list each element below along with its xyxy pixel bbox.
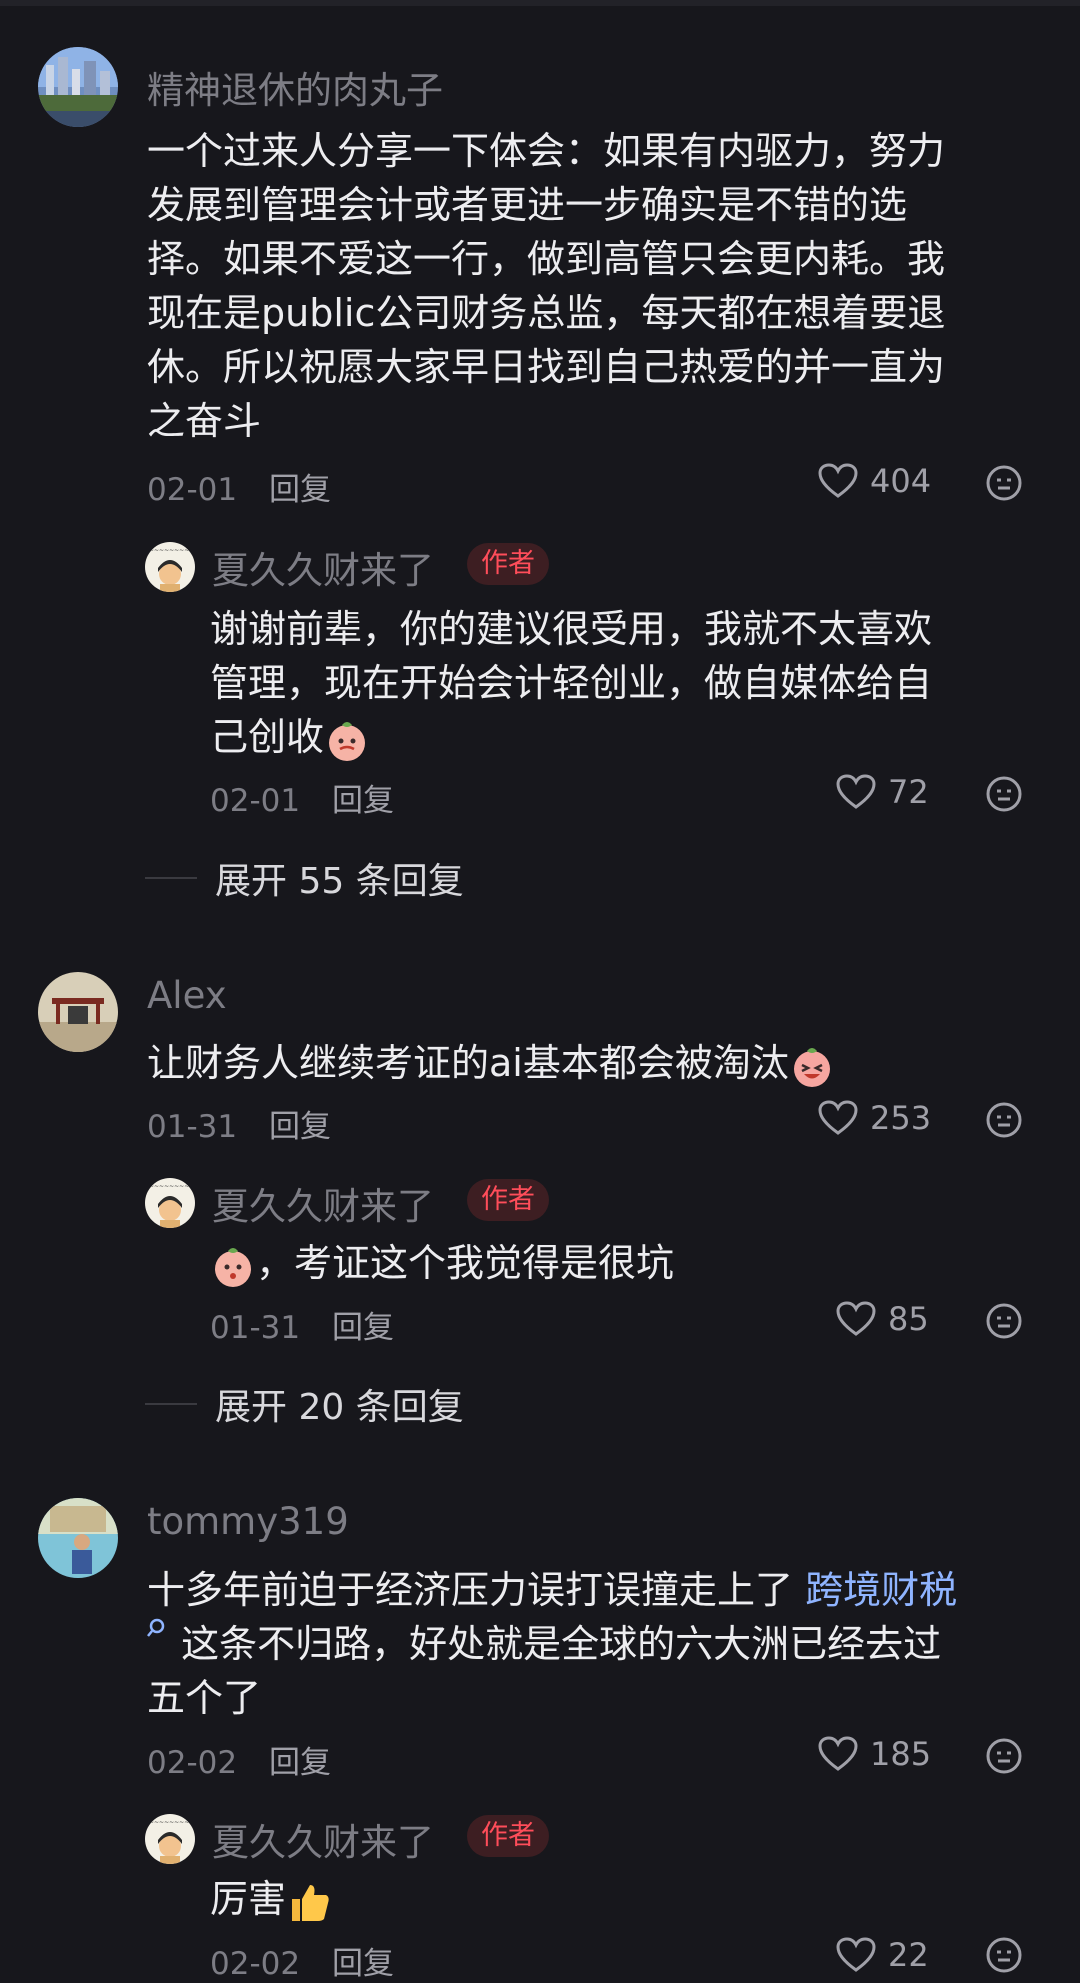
emoji-face-icon[interactable] (986, 1102, 1022, 1138)
heart-outline-icon (836, 1937, 876, 1972)
like-button[interactable]: 72 (836, 773, 929, 811)
peach-emoji (329, 721, 366, 761)
comment-date: 01-31 (210, 1310, 301, 1346)
like-count: 22 (888, 1936, 929, 1974)
emoji-face-icon[interactable] (986, 1303, 1022, 1339)
like-count: 404 (870, 462, 932, 500)
comment-meta: 02-02 回复 (147, 1737, 331, 1782)
like-button[interactable]: 22 (836, 1936, 929, 1974)
heart-outline-icon (836, 1301, 876, 1336)
author-badge: 作者 (467, 1815, 549, 1857)
svg-text:~~~~~~~~: ~~~~~~~~ (149, 1183, 189, 1190)
reply-meta: 01-31 回复 (210, 1302, 394, 1347)
reply-button[interactable]: 回复 (269, 1745, 331, 1781)
comment-text: 十多年前迫于经济压力误打误撞走上了 跨境财税 这条不归路，好处就是全球的六大洲已… (147, 1568, 958, 1720)
comment-date: 02-01 (147, 472, 238, 508)
comment-text: 让财务人继续考证的ai基本都会被淘汰 (147, 1036, 835, 1090)
avatar[interactable] (38, 1498, 118, 1578)
svg-text:~~~~~~~~: ~~~~~~~~ (149, 1819, 189, 1826)
reply-text: 谢谢前辈，你的建议很受用，我就不太喜欢 管理，现在开始会计轻创业，做自媒体给自 … (210, 602, 932, 764)
comment-meta: 02-01 回复 (147, 464, 331, 509)
comment-date: 02-02 (147, 1745, 238, 1781)
reply-button[interactable]: 回复 (332, 1946, 394, 1982)
like-count: 85 (888, 1300, 929, 1338)
avatar[interactable]: ~~~~~~~~ (145, 1178, 195, 1228)
reply-button[interactable]: 回复 (269, 472, 331, 508)
comment-date: 02-01 (210, 783, 301, 819)
divider (145, 877, 197, 879)
like-count: 253 (870, 1099, 932, 1137)
author-badge: 作者 (467, 543, 549, 585)
emoji-face-icon[interactable] (986, 1937, 1022, 1973)
like-count: 72 (888, 773, 929, 811)
expand-replies-button[interactable]: 展开 55 条回复 (145, 852, 464, 904)
comment-date: 02-02 (210, 1946, 301, 1982)
emoji-face-icon[interactable] (986, 465, 1022, 501)
heart-outline-icon (818, 1736, 858, 1771)
heart-outline-icon (818, 1100, 858, 1135)
emoji-face-icon[interactable] (986, 776, 1022, 812)
expand-replies-button[interactable]: 展开 20 条回复 (145, 1378, 464, 1430)
reply-text: 厉害 (210, 1872, 332, 1926)
avatar[interactable] (38, 47, 118, 127)
divider (145, 1403, 197, 1405)
reply-username[interactable]: 夏久久财来了 (212, 1812, 434, 1866)
topic-link[interactable]: 跨境财税 (805, 1568, 957, 1612)
reply-username[interactable]: 夏久久财来了 (212, 540, 434, 594)
peach-emoji (215, 1247, 251, 1287)
like-count: 185 (870, 1735, 932, 1773)
comment-username[interactable]: Alex (147, 974, 227, 1017)
reply-button[interactable]: 回复 (269, 1109, 331, 1145)
thumbs-up-emoji (292, 1884, 329, 1921)
avatar[interactable]: ~~~~~~~~ (145, 542, 195, 592)
avatar[interactable]: ~~~~~~~~ (145, 1814, 195, 1864)
svg-text:~~~~~~~~: ~~~~~~~~ (149, 547, 189, 554)
comment-text: 一个过来人分享一下体会：如果有内驱力，努力 发展到管理会计或者更进一步确实是不错… (147, 129, 946, 443)
top-divider (0, 0, 1080, 6)
reply-button[interactable]: 回复 (332, 783, 394, 819)
reply-meta: 02-01 回复 (210, 775, 394, 820)
search-small-icon[interactable] (147, 1617, 169, 1641)
avatar[interactable] (38, 972, 118, 1052)
comment-username[interactable]: 精神退休的肉丸子 (147, 60, 443, 114)
like-button[interactable]: 185 (818, 1735, 931, 1773)
peach-emoji (793, 1047, 830, 1087)
reply-button[interactable]: 回复 (332, 1310, 394, 1346)
heart-outline-icon (818, 463, 858, 498)
reply-text: ，考证这个我觉得是很坑 (210, 1236, 674, 1290)
emoji-face-icon[interactable] (986, 1738, 1022, 1774)
reply-username[interactable]: 夏久久财来了 (212, 1176, 434, 1230)
like-button[interactable]: 404 (818, 462, 931, 500)
like-button[interactable]: 85 (836, 1300, 929, 1338)
like-button[interactable]: 253 (818, 1099, 931, 1137)
reply-meta: 02-02 回复 (210, 1938, 394, 1983)
comment-username[interactable]: tommy319 (147, 1500, 349, 1543)
author-badge: 作者 (467, 1179, 549, 1221)
comment-date: 01-31 (147, 1109, 238, 1145)
heart-outline-icon (836, 774, 876, 809)
comment-meta: 01-31 回复 (147, 1101, 331, 1146)
